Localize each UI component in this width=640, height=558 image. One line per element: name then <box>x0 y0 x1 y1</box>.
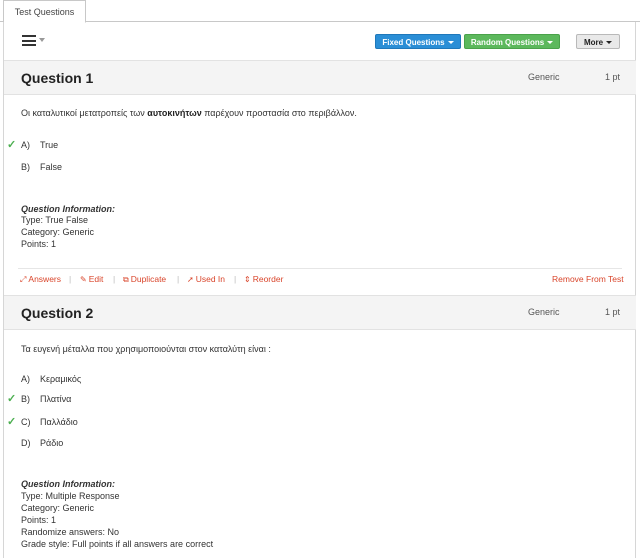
more-button[interactable]: More <box>576 34 620 49</box>
answer-option: B) False <box>21 162 63 172</box>
pencil-icon: ✎ <box>80 275 87 284</box>
copy-icon: ⧉ <box>123 275 129 284</box>
info-line: Type: Multiple Response <box>21 491 120 501</box>
more-label: More <box>583 38 604 47</box>
info-line: Randomize answers: No <box>21 527 120 537</box>
fixed-questions-label: Fixed Questions <box>382 38 445 47</box>
used-in-link[interactable]: ➚ Used In <box>187 274 225 284</box>
info-heading: Question Information: <box>21 479 115 489</box>
answers-link[interactable]: ⤢ Answers <box>20 274 61 285</box>
tab-bar: Test Questions <box>0 0 640 23</box>
duplicate-link[interactable]: ⧉ Duplicate <box>123 274 166 285</box>
expand-icon: ⤢ <box>20 275 27 284</box>
check-icon: ✓ <box>7 416 17 428</box>
info-line: Type: True False <box>21 215 89 225</box>
remove-from-test-link[interactable]: Remove From Test <box>552 274 624 284</box>
answer-option: A) Κεραμικός <box>21 374 82 384</box>
question-category: Generic <box>528 307 560 317</box>
reorder-link[interactable]: ⇕ Reorder <box>244 274 283 284</box>
menu-icon[interactable] <box>22 35 48 47</box>
chevron-down-icon <box>606 41 613 45</box>
info-line: Points: 1 <box>21 239 57 249</box>
chevron-down-icon <box>39 38 45 42</box>
random-questions-button[interactable]: Random Questions <box>464 34 560 49</box>
content-frame <box>3 22 636 558</box>
tab-test-questions[interactable]: Test Questions <box>3 0 86 23</box>
sort-icon: ⇕ <box>244 275 251 284</box>
question-actions: ⤢ Answers | ✎ Edit | ⧉ Duplicate | ➚ Used In… <box>18 268 624 286</box>
answer-option: A) True <box>21 140 59 150</box>
info-heading: Question Information: <box>21 204 115 214</box>
question-title: Question 1 <box>21 70 94 86</box>
question-header: Question 1 Generic 1 pt <box>4 60 636 95</box>
check-icon: ✓ <box>7 139 17 151</box>
question-category: Generic <box>528 72 560 82</box>
answer-option: B) Πλατίνα <box>21 394 72 404</box>
random-questions-label: Random Questions <box>470 38 545 47</box>
arrow-icon: ➚ <box>187 275 194 284</box>
question-header: Question 2 Generic 1 pt <box>4 295 636 330</box>
info-line: Grade style: Full points if all answers … <box>21 539 214 549</box>
question-points: 1 pt <box>605 307 621 317</box>
question-text: Τα ευγενή μέταλλα που χρησιμοποιούνται σ… <box>21 344 271 354</box>
answer-option: D) Ράδιο <box>21 438 64 448</box>
chevron-down-icon <box>547 41 554 45</box>
question-text: Οι καταλυτικοί μετατροπείς των αυτοκινήτ… <box>21 108 357 118</box>
question-title: Question 2 <box>21 305 94 321</box>
question-points: 1 pt <box>605 72 621 82</box>
info-line: Category: Generic <box>21 503 95 513</box>
check-icon: ✓ <box>7 393 17 405</box>
answer-option: C) Παλλάδιο <box>21 417 78 427</box>
chevron-down-icon <box>447 41 454 45</box>
fixed-questions-button[interactable]: Fixed Questions <box>375 34 461 49</box>
info-line: Points: 1 <box>21 515 57 525</box>
edit-link[interactable]: ✎ Edit <box>80 274 103 284</box>
info-line: Category: Generic <box>21 227 95 237</box>
